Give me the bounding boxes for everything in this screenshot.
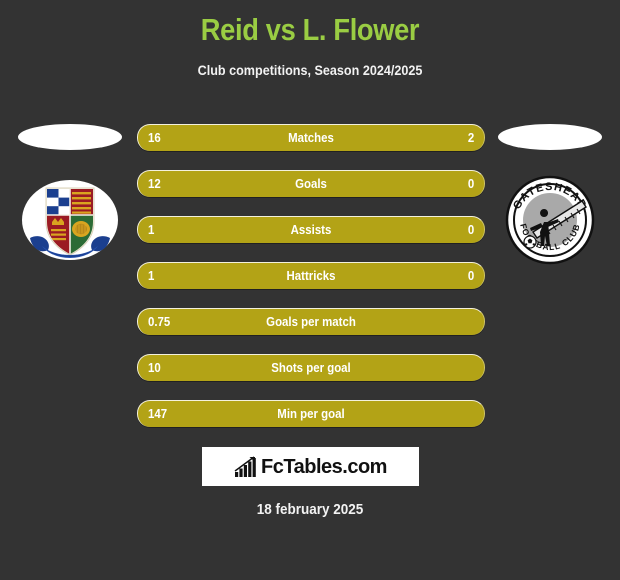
page-subtitle: Club competitions, Season 2024/2025 xyxy=(197,62,423,78)
fctables-logo[interactable]: FcTables.com xyxy=(202,447,419,486)
stat-row: 147 Min per goal xyxy=(137,400,485,427)
bar-chart-icon xyxy=(234,455,258,478)
stat-row: 1 Hattricks 0 xyxy=(137,262,485,289)
away-oval-plate xyxy=(498,124,602,150)
stat-away-value: 2 xyxy=(467,130,474,145)
stat-row: 1 Assists 0 xyxy=(137,216,485,243)
footer-date: 18 february 2025 xyxy=(256,501,364,518)
stat-label: Goals xyxy=(295,176,327,191)
fctables-logo-text: FcTables.com xyxy=(261,455,387,478)
home-club-crest xyxy=(20,170,120,270)
stat-away-value: 0 xyxy=(467,268,474,283)
stat-away-value: 0 xyxy=(467,176,474,191)
page-title: Reid vs L. Flower xyxy=(200,12,420,47)
stat-row: 0.75 Goals per match xyxy=(137,308,485,335)
stat-home-value: 1 xyxy=(148,222,155,237)
stat-home-value: 1 xyxy=(148,268,155,283)
stat-row: 12 Goals 0 xyxy=(137,170,485,197)
stat-label: Shots per goal xyxy=(271,360,351,375)
stat-label: Goals per match xyxy=(266,314,356,329)
home-crest-column xyxy=(2,118,138,288)
stat-label: Hattricks xyxy=(286,268,336,283)
stat-label: Assists xyxy=(290,222,332,237)
stats-list: 16 Matches 2 12 Goals 0 1 Assists 0 1 Ha… xyxy=(137,124,485,427)
gateshead-fc-crest: GATESHEAD FOOTBALL CLUB xyxy=(500,170,600,270)
away-crest-column: GATESHEAD FOOTBALL CLUB xyxy=(482,118,618,288)
stat-comparison-page: Reid vs L. Flower Club competitions, Sea… xyxy=(0,0,620,580)
stat-label: Min per goal xyxy=(277,406,345,421)
stat-away-value: 0 xyxy=(467,222,474,237)
stat-row: 10 Shots per goal xyxy=(137,354,485,381)
stat-row: 16 Matches 2 xyxy=(137,124,485,151)
stat-label: Matches xyxy=(288,130,334,145)
home-oval-plate xyxy=(18,124,122,150)
